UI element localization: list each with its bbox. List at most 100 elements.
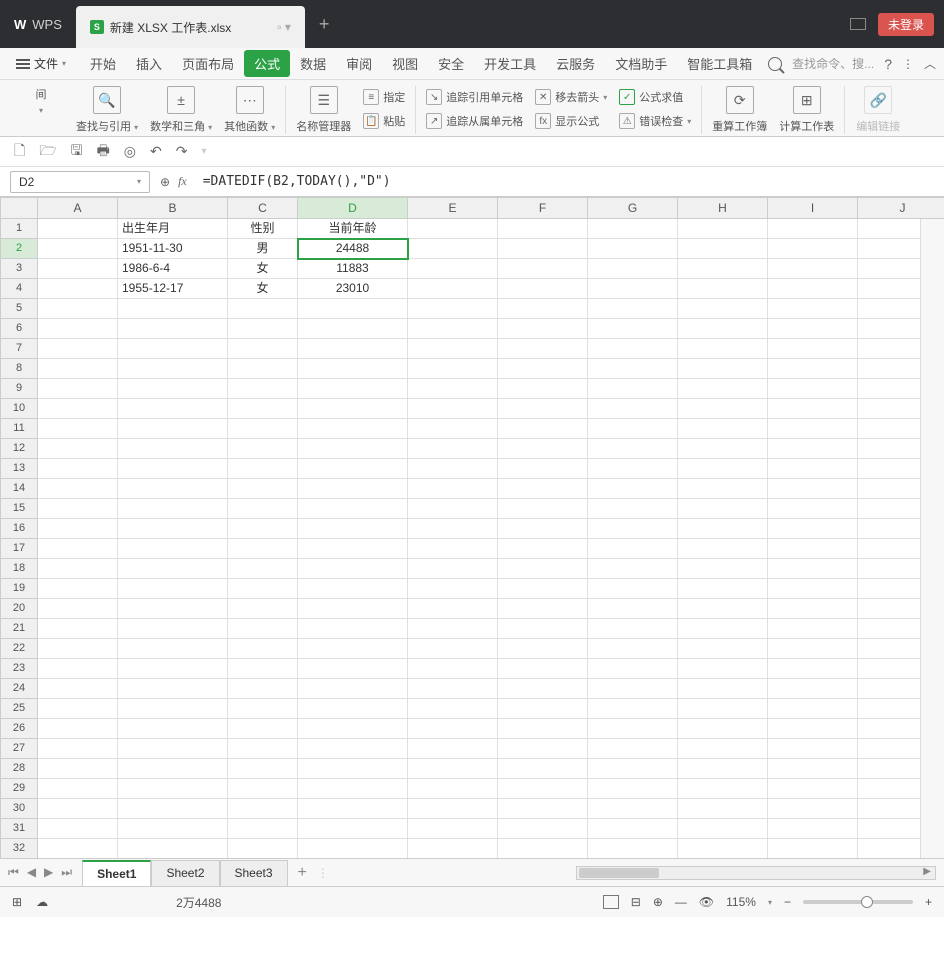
cell[interactable]: [408, 539, 498, 559]
cell[interactable]: [118, 799, 228, 819]
ribbon-other-fn[interactable]: ⋯其他函数 ▾: [224, 86, 275, 134]
cell[interactable]: [408, 239, 498, 259]
cell[interactable]: [38, 479, 118, 499]
view-freeze-icon[interactable]: ⊕: [653, 895, 663, 909]
cell[interactable]: [118, 719, 228, 739]
ribbon-lookup-ref[interactable]: 🔍查找与引用 ▾: [76, 86, 138, 134]
cell[interactable]: [38, 359, 118, 379]
cell[interactable]: [408, 599, 498, 619]
cell[interactable]: [38, 459, 118, 479]
cell[interactable]: [38, 219, 118, 239]
cell[interactable]: [678, 339, 768, 359]
cell[interactable]: [118, 819, 228, 839]
cell[interactable]: [298, 719, 408, 739]
cell[interactable]: [588, 259, 678, 279]
ribbon-between[interactable]: 间▾: [18, 86, 64, 134]
cell[interactable]: [768, 319, 858, 339]
row-header[interactable]: 2: [0, 239, 38, 259]
cell[interactable]: [588, 379, 678, 399]
cell[interactable]: [678, 699, 768, 719]
menu-item-开始[interactable]: 开始: [80, 50, 126, 77]
cell[interactable]: [408, 499, 498, 519]
cell[interactable]: [228, 499, 298, 519]
view-page-icon[interactable]: ⊟: [631, 895, 641, 909]
login-button[interactable]: 未登录: [878, 13, 934, 36]
row-header[interactable]: 21: [0, 619, 38, 639]
sheet-nav-prev-icon[interactable]: ◀: [27, 865, 36, 880]
cell[interactable]: [228, 439, 298, 459]
cell[interactable]: [678, 259, 768, 279]
cell[interactable]: [678, 639, 768, 659]
file-tab[interactable]: S 新建 XLSX 工作表.xlsx ▫ ▾: [76, 6, 305, 48]
cell[interactable]: [768, 239, 858, 259]
cell[interactable]: [768, 779, 858, 799]
cell[interactable]: [588, 439, 678, 459]
cell[interactable]: [228, 639, 298, 659]
row-header[interactable]: 7: [0, 339, 38, 359]
cell[interactable]: [118, 579, 228, 599]
cell[interactable]: [408, 219, 498, 239]
menu-item-文档助手[interactable]: 文档助手: [605, 50, 677, 77]
row-header[interactable]: 22: [0, 639, 38, 659]
cell[interactable]: [498, 339, 588, 359]
cell[interactable]: [228, 799, 298, 819]
cell[interactable]: [768, 639, 858, 659]
row-header[interactable]: 15: [0, 499, 38, 519]
cell[interactable]: [588, 759, 678, 779]
row-header[interactable]: 5: [0, 299, 38, 319]
row-header[interactable]: 25: [0, 699, 38, 719]
cell[interactable]: [768, 439, 858, 459]
cell[interactable]: [678, 459, 768, 479]
cell[interactable]: [678, 819, 768, 839]
cell[interactable]: [118, 379, 228, 399]
cell[interactable]: [498, 299, 588, 319]
cell[interactable]: [768, 579, 858, 599]
cell[interactable]: [768, 839, 858, 859]
cell[interactable]: [298, 319, 408, 339]
column-header[interactable]: A: [38, 197, 118, 219]
column-header[interactable]: C: [228, 197, 298, 219]
cell[interactable]: [228, 839, 298, 859]
zoom-thumb[interactable]: [861, 896, 873, 908]
cell[interactable]: [118, 439, 228, 459]
cell[interactable]: [118, 599, 228, 619]
row-header[interactable]: 27: [0, 739, 38, 759]
cell[interactable]: [408, 619, 498, 639]
ribbon-calc-sheet[interactable]: ⊞计算工作表: [779, 86, 834, 134]
cell[interactable]: [228, 479, 298, 499]
cell[interactable]: [408, 579, 498, 599]
zoom-slider[interactable]: [803, 900, 913, 904]
cell[interactable]: [408, 699, 498, 719]
row-header[interactable]: 13: [0, 459, 38, 479]
cell[interactable]: [768, 459, 858, 479]
cell[interactable]: [588, 339, 678, 359]
cell[interactable]: [498, 779, 588, 799]
ribbon-name-manager[interactable]: ☰名称管理器: [296, 86, 351, 134]
cell[interactable]: [228, 719, 298, 739]
cell[interactable]: [118, 659, 228, 679]
cell[interactable]: [298, 499, 408, 519]
side-panel[interactable]: [920, 219, 944, 858]
cell[interactable]: [298, 399, 408, 419]
cell[interactable]: [298, 339, 408, 359]
cell[interactable]: [228, 319, 298, 339]
cell[interactable]: [408, 779, 498, 799]
cell[interactable]: [408, 639, 498, 659]
row-header[interactable]: 18: [0, 559, 38, 579]
cell[interactable]: [588, 599, 678, 619]
cell[interactable]: [588, 739, 678, 759]
cell[interactable]: [768, 259, 858, 279]
qa-preview-icon[interactable]: ◎: [124, 143, 136, 160]
cell[interactable]: [498, 719, 588, 739]
cell[interactable]: [298, 739, 408, 759]
cell[interactable]: [588, 519, 678, 539]
cell[interactable]: 23010: [298, 279, 408, 299]
row-header[interactable]: 1: [0, 219, 38, 239]
cell[interactable]: 1951-11-30: [118, 239, 228, 259]
qa-undo-icon[interactable]: ↶: [150, 143, 162, 160]
cell[interactable]: [588, 619, 678, 639]
cell[interactable]: [228, 359, 298, 379]
cell[interactable]: [498, 539, 588, 559]
cell[interactable]: [768, 659, 858, 679]
cell[interactable]: [228, 739, 298, 759]
